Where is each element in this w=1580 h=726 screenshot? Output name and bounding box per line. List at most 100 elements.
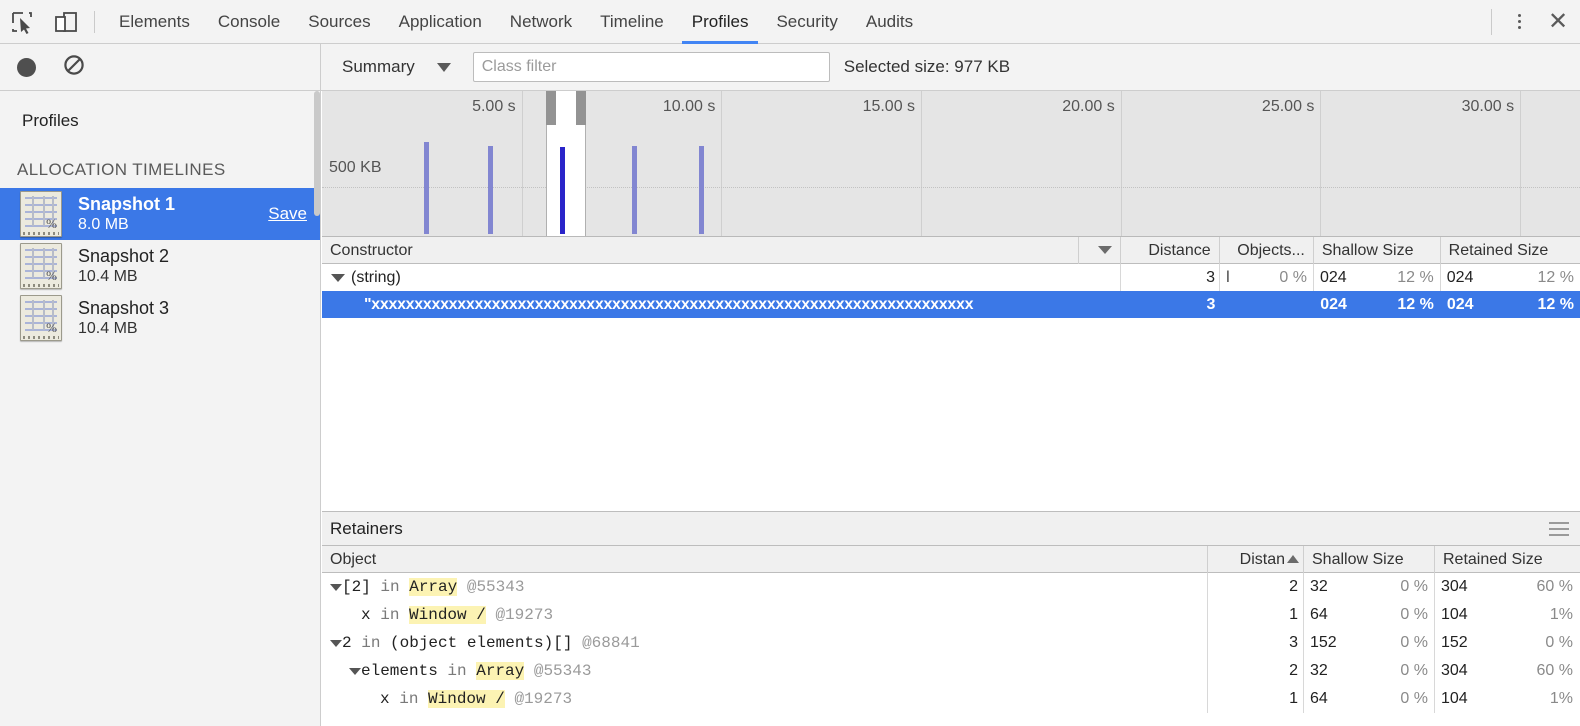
inspect-element-icon[interactable] (0, 1, 44, 43)
expand-triangle-icon[interactable] (349, 668, 361, 675)
cell-object: 2 in (object elements)[] @68841 (322, 629, 1208, 657)
table-row[interactable]: "xxxxxxxxxxxxxxxxxxxxxxxxxxxxxxxxxxxxxxx… (322, 291, 1580, 318)
chart-bar (699, 146, 704, 234)
object-label: 2 in (object elements)[] @68841 (342, 629, 640, 657)
snapshot-size: 10.4 MB (78, 267, 320, 287)
sidebar-title: Profiles (0, 91, 320, 131)
close-icon[interactable]: ✕ (1536, 0, 1580, 44)
column-header-shallow-size[interactable]: Shallow Size (1314, 237, 1441, 264)
column-header-distance[interactable]: Distan (1208, 546, 1304, 573)
cell-shallow-size: 64 0 % (1304, 685, 1435, 713)
cell-shallow-size-percent: 0 % (1382, 573, 1434, 601)
chart-selection-window[interactable] (546, 91, 586, 236)
cell-retained-size: 024 12 % (1441, 291, 1580, 318)
heap-snapshot-view: 5.00 s10.00 s15.00 s20.00 s25.00 s30.00 … (322, 91, 1580, 726)
column-header-shallow-size[interactable]: Shallow Size (1304, 546, 1435, 573)
cell-distance: 2 (1208, 657, 1304, 685)
save-link[interactable]: Save (268, 204, 307, 224)
object-label: x in Window / @19273 (361, 601, 553, 629)
snapshot-text-block: Snapshot 1 8.0 MB (78, 193, 268, 235)
column-header-distance[interactable]: Distance (1121, 237, 1220, 264)
snapshot-name: Snapshot 3 (78, 297, 320, 319)
cell-retained-size-value: 104 (1435, 685, 1468, 713)
cell-shallow-size: 320 % (1304, 573, 1435, 601)
grid-empty-area (322, 318, 1580, 512)
clear-icon[interactable] (63, 54, 85, 81)
sidebar-scrollbar[interactable] (314, 91, 320, 216)
retained-size-value: 024 (1441, 264, 1474, 291)
retainers-rows: [2] in Array @553432320 %30460 %x in Win… (322, 573, 1580, 713)
table-row[interactable]: x in Window / @192731640 %1041% (322, 601, 1580, 629)
cell-shallow-size-percent: 0 % (1382, 601, 1434, 629)
tab-timeline[interactable]: Timeline (586, 0, 678, 44)
main-toolbar: Elements Console Sources Application Net… (0, 0, 1580, 44)
chart-gridline (1121, 91, 1122, 236)
view-mode-label: Summary (342, 57, 415, 77)
expand-triangle-icon[interactable] (330, 640, 342, 647)
column-header-constructor[interactable]: Constructor (322, 237, 1079, 264)
tab-console[interactable]: Console (204, 0, 294, 44)
table-row[interactable]: 2 in (object elements)[] @6884131520 %15… (322, 629, 1580, 657)
chart-x-tick-label: 5.00 s (472, 98, 522, 116)
constructors-data-grid: Constructor Distance Objects... Shallow … (322, 237, 1580, 512)
cell-retained-size: 30460 % (1435, 573, 1579, 601)
column-header-object[interactable]: Object (322, 546, 1208, 573)
sort-descending-caret (1098, 246, 1112, 254)
cell-retained-size: 1041% (1435, 685, 1579, 713)
expand-triangle-icon[interactable] (330, 584, 342, 591)
cell-shallow-size-value: 64 (1304, 685, 1328, 713)
string-value-label: "xxxxxxxxxxxxxxxxxxxxxxxxxxxxxxxxxxxxxxx… (364, 291, 973, 318)
table-row[interactable]: [2] in Array @553432320 %30460 % (322, 573, 1580, 601)
objects-count-percent: 0 % (1261, 264, 1313, 291)
class-filter-input[interactable] (473, 52, 830, 82)
toggle-device-toolbar-icon[interactable] (44, 1, 88, 43)
table-row[interactable]: (string) 3 l 0 % 024 12 % 024 12 % (322, 264, 1580, 291)
selection-handle-left[interactable] (546, 91, 556, 125)
cell-distance: 3 (1121, 264, 1220, 291)
snapshot-icon: % (20, 295, 62, 341)
column-header-objects-count[interactable]: Objects... (1220, 237, 1314, 264)
cell-shallow-size-percent: 0 % (1382, 685, 1434, 713)
hamburger-menu-icon[interactable] (1549, 522, 1569, 536)
sidebar-item-snapshot-2[interactable]: % Snapshot 2 10.4 MB (0, 240, 320, 292)
tab-elements[interactable]: Elements (105, 0, 204, 44)
allocation-overview-chart[interactable]: 5.00 s10.00 s15.00 s20.00 s25.00 s30.00 … (322, 91, 1580, 237)
object-label: elements in Array @55343 (361, 657, 591, 685)
column-header-retained-size[interactable]: Retained Size (1435, 546, 1579, 573)
cell-shallow-size: 640 % (1304, 601, 1435, 629)
snapshot-icon: % (20, 243, 62, 289)
cell-retained-size-value: 304 (1435, 657, 1468, 685)
cell-shallow-size-value: 32 (1304, 657, 1328, 685)
column-header-retained-size[interactable]: Retained Size (1441, 237, 1580, 264)
expand-triangle-icon[interactable] (331, 274, 345, 282)
table-row[interactable]: x in Window / @192731640 %1041% (322, 685, 1580, 713)
snapshot-size: 8.0 MB (78, 215, 268, 235)
kebab-menu-icon[interactable] (1502, 5, 1536, 39)
cell-retained-size-percent: 60 % (1527, 657, 1579, 685)
record-button[interactable] (17, 58, 36, 77)
cell-object: [2] in Array @55343 (322, 573, 1208, 601)
table-row[interactable]: elements in Array @553432320 %30460 % (322, 657, 1580, 685)
chart-bar (424, 142, 429, 234)
sidebar-item-snapshot-3[interactable]: % Snapshot 3 10.4 MB (0, 292, 320, 344)
view-mode-select[interactable]: Summary (342, 57, 451, 77)
tab-sources[interactable]: Sources (294, 0, 384, 44)
chart-bar (560, 147, 565, 234)
tab-network[interactable]: Network (496, 0, 586, 44)
tab-audits[interactable]: Audits (852, 0, 927, 44)
retained-size-value: 024 (1441, 291, 1474, 318)
chart-x-tick-label: 20.00 s (1062, 98, 1120, 116)
tab-application[interactable]: Application (385, 0, 496, 44)
cell-object: elements in Array @55343 (322, 657, 1208, 685)
cell-retained-size-value: 152 (1435, 629, 1468, 657)
column-sort-indicator[interactable] (1079, 237, 1120, 264)
tab-security[interactable]: Security (762, 0, 851, 44)
selection-handle-right[interactable] (576, 91, 586, 125)
sidebar-item-snapshot-1[interactable]: % Snapshot 1 8.0 MB Save (0, 188, 320, 240)
chart-gridline (1320, 91, 1321, 236)
distance-label: Distan (1240, 546, 1285, 573)
sidebar-section-header: ALLOCATION TIMELINES (0, 131, 320, 188)
tab-profiles[interactable]: Profiles (678, 0, 763, 44)
cell-shallow-size-value: 152 (1304, 629, 1337, 657)
cell-distance: 3 (1122, 291, 1221, 318)
